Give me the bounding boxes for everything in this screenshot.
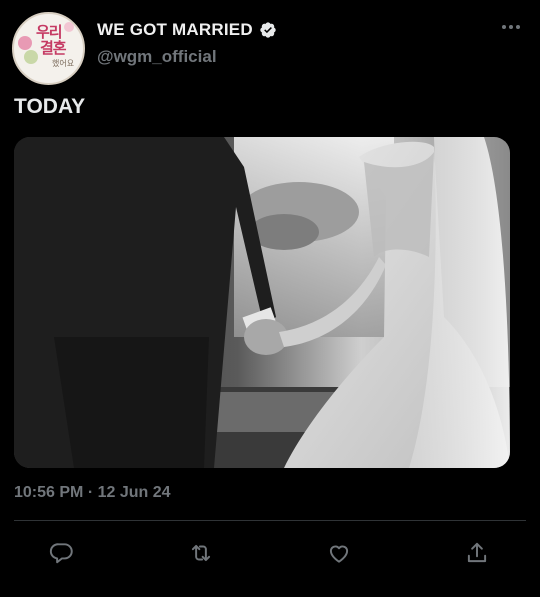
dot [509,25,513,29]
flower-decoration [18,36,32,50]
reply-icon [49,543,73,564]
dot [502,25,506,29]
action-bar [0,538,540,572]
dot [516,25,520,29]
handle[interactable]: @wgm_official [97,47,217,67]
reply-button[interactable] [47,538,77,568]
like-icon [329,545,349,563]
display-name[interactable]: WE GOT MARRIED [97,20,253,40]
retweet-button[interactable] [186,538,216,568]
avatar-text: 우리 결혼 [36,23,67,57]
share-icon [467,542,487,563]
avatar-text-line3: 했어요 [52,59,75,68]
avatar-text-line2: 결혼 [40,39,67,57]
divider [14,520,526,521]
timestamp[interactable]: 10:56 PM · 12 Jun 24 [14,484,171,502]
tweet-text: TODAY [14,95,86,118]
like-button[interactable] [324,538,354,568]
verified-badge-icon [260,22,276,38]
share-button[interactable] [462,538,492,568]
display-name-row[interactable]: WE GOT MARRIED [97,19,277,41]
wedding-photo [14,137,510,468]
tweet-media-image[interactable] [14,137,510,468]
avatar[interactable]: 우리 결혼 했어요 [12,12,85,85]
avatar-text-line1: 우리 [36,23,63,41]
retweet-icon [191,544,211,562]
more-options-icon[interactable] [502,25,520,29]
